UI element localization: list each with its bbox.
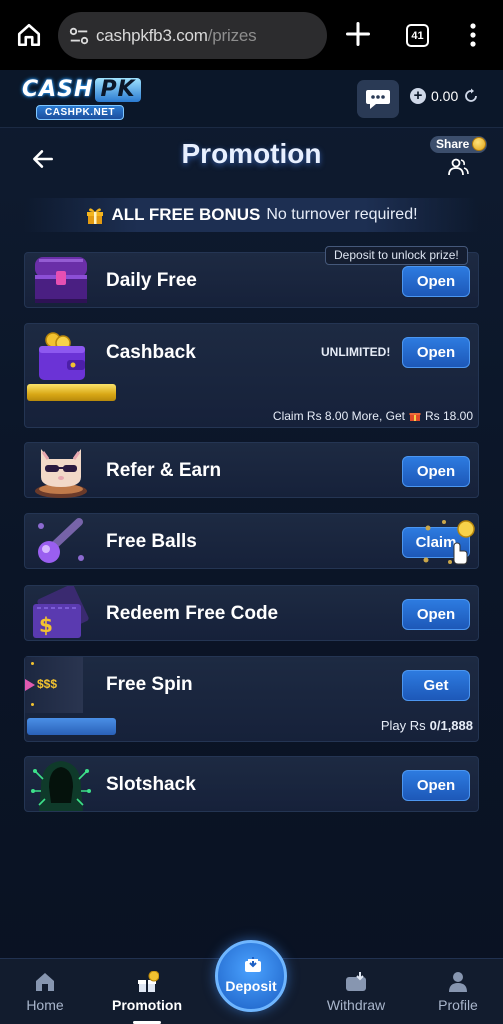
nav-home[interactable]: Home bbox=[5, 959, 85, 1024]
url-path: /prizes bbox=[207, 25, 257, 45]
address-bar[interactable]: cashpkfb3.com/prizes bbox=[58, 12, 327, 59]
nav-home-label: Home bbox=[26, 997, 64, 1013]
slotshack-open-button[interactable]: Open bbox=[402, 770, 470, 801]
site-header: CASH PK CASHPK.NET + 0.00 bbox=[0, 70, 503, 128]
gift-icon bbox=[409, 413, 421, 421]
free-spin-get-button[interactable]: Get bbox=[402, 670, 470, 701]
light-dot bbox=[31, 662, 34, 665]
tab-count-button[interactable]: 41 bbox=[406, 24, 429, 47]
deposit-unlock-tag: Deposit to unlock prize! bbox=[325, 246, 468, 265]
treasure-chest-icon bbox=[35, 257, 87, 303]
nav-promotion-label: Promotion bbox=[112, 997, 182, 1013]
chat-button[interactable] bbox=[357, 80, 399, 118]
logo-wordmark: CASH PK bbox=[22, 78, 156, 102]
balance-display: + 0.00 bbox=[410, 88, 479, 104]
balance-amount: 0.00 bbox=[431, 88, 459, 104]
home-icon[interactable] bbox=[16, 22, 42, 48]
free-spin-play-text: Play Rs 0/1,888 bbox=[381, 718, 473, 733]
promo-card-refer-earn[interactable]: Refer & Earn Open bbox=[24, 442, 479, 498]
light-dot bbox=[31, 703, 34, 706]
claim-amount: Rs 18.00 bbox=[424, 409, 473, 423]
daily-free-open-button[interactable]: Open bbox=[402, 266, 470, 297]
promo-title: Refer & Earn bbox=[106, 460, 222, 481]
wallet-coins-icon bbox=[39, 332, 85, 380]
cashback-open-button[interactable]: Open bbox=[402, 337, 470, 368]
promo-card-slotshack[interactable]: Slotshack Open bbox=[24, 756, 479, 812]
page-title: Promotion bbox=[181, 138, 322, 169]
chat-bubble-icon bbox=[366, 90, 390, 109]
users-icon bbox=[448, 158, 469, 176]
play-pointer-icon bbox=[25, 679, 35, 691]
hacker-hood-icon bbox=[31, 761, 91, 811]
promo-title: Free Spin bbox=[106, 674, 193, 695]
coin-icon bbox=[472, 137, 486, 151]
slot-machine-icon: $$$ bbox=[25, 657, 83, 713]
cat-mascot-icon bbox=[35, 449, 87, 498]
banner-title: ALL FREE BONUS bbox=[111, 205, 261, 224]
free-bonus-banner: ALL FREE BONUS No turnover required! bbox=[24, 198, 479, 232]
claim-prefix: Claim Rs 8.00 More, Get bbox=[272, 409, 405, 423]
app-root: cashpkfb3.com/prizes 41 CASH PK CASHPK.NE… bbox=[0, 0, 503, 1024]
new-tab-icon[interactable] bbox=[344, 20, 372, 48]
cashpk-logo[interactable]: CASH PK CASHPK.NET bbox=[22, 78, 156, 122]
svg-text:$: $ bbox=[39, 613, 53, 637]
site-settings-icon[interactable] bbox=[68, 25, 90, 47]
url-host: cashpkfb3.com bbox=[96, 25, 208, 45]
cashback-progress-bar bbox=[27, 384, 116, 401]
refer-earn-open-button[interactable]: Open bbox=[402, 456, 470, 487]
comet-ball-icon bbox=[38, 518, 84, 563]
promo-card-redeem-code[interactable]: $ Redeem Free Code Open bbox=[24, 585, 479, 641]
sparkle-effect-icon bbox=[423, 520, 475, 565]
nav-profile[interactable]: Profile bbox=[418, 959, 498, 1024]
promo-title: Daily Free bbox=[106, 270, 197, 291]
banner-subtitle: No turnover required! bbox=[266, 206, 418, 223]
gift-icon bbox=[138, 971, 159, 992]
deposit-box-icon bbox=[245, 957, 261, 972]
promo-card-daily-free[interactable]: Daily Free Deposit to unlock prize! Open bbox=[24, 246, 479, 308]
promo-title: Redeem Free Code bbox=[106, 603, 279, 624]
browser-toolbar: cashpkfb3.com/prizes 41 bbox=[0, 0, 503, 70]
refresh-icon[interactable] bbox=[463, 88, 479, 104]
slot-symbols: $$$ bbox=[37, 677, 58, 691]
deposit-button[interactable]: Deposit bbox=[215, 940, 287, 1012]
promo-card-cashback[interactable]: Cashback UNLIMITED! Open Claim Rs 8.00 M… bbox=[24, 323, 479, 428]
nav-withdraw-label: Withdraw bbox=[326, 997, 386, 1013]
ticket-coupon-icon: $ bbox=[33, 586, 89, 638]
promo-card-free-spin[interactable]: $$$ Free Spin Get Play Rs 0/1,888 bbox=[24, 656, 479, 742]
logo-domain: CASHPK.NET bbox=[36, 105, 125, 120]
add-funds-icon[interactable]: + bbox=[410, 88, 426, 104]
nav-withdraw[interactable]: Withdraw bbox=[316, 959, 396, 1024]
cashback-claim-text: Claim Rs 8.00 More, Get Rs 18.00 bbox=[273, 409, 473, 423]
nav-promotion[interactable]: Promotion bbox=[107, 959, 187, 1024]
promo-title: Cashback bbox=[106, 342, 196, 363]
unlimited-badge: UNLIMITED! bbox=[321, 345, 391, 359]
withdraw-wallet-icon bbox=[346, 972, 366, 991]
nav-profile-label: Profile bbox=[438, 997, 478, 1013]
free-spin-progress-bar bbox=[27, 718, 116, 735]
redeem-code-open-button[interactable]: Open bbox=[402, 599, 470, 630]
promo-card-free-balls[interactable]: Free Balls Claim bbox=[24, 513, 479, 569]
url-text: cashpkfb3.com/prizes bbox=[96, 25, 257, 46]
gift-icon bbox=[87, 208, 104, 224]
promo-title: Free Balls bbox=[106, 531, 197, 552]
deposit-label: Deposit bbox=[225, 978, 277, 994]
promo-title: Slotshack bbox=[106, 774, 196, 795]
play-value: 0/1,888 bbox=[429, 718, 473, 733]
more-menu-icon[interactable] bbox=[468, 22, 478, 48]
share-button[interactable]: Share bbox=[430, 136, 488, 178]
profile-icon bbox=[449, 972, 467, 992]
home-icon bbox=[36, 973, 54, 991]
play-prefix: Play Rs bbox=[380, 718, 426, 733]
